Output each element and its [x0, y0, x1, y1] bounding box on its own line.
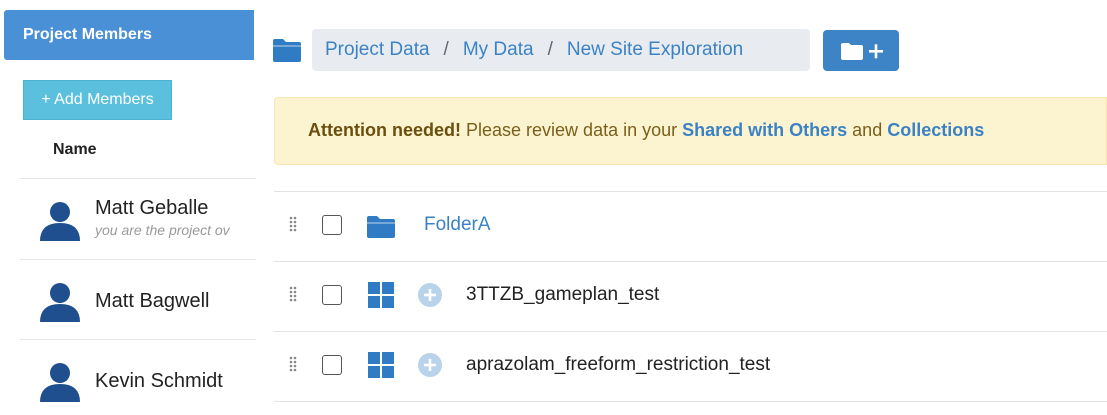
breadcrumb-item-new-site-exploration[interactable]: New Site Exploration — [567, 39, 743, 61]
member-row: Matt Geballe you are the project ov — [20, 178, 256, 258]
row-checkbox[interactable] — [322, 215, 342, 235]
member-row: Matt Bagwell — [20, 259, 256, 339]
member-row: Kevin Schmidt — [20, 339, 256, 415]
row-checkbox[interactable] — [322, 355, 342, 375]
alert-title: Attention needed! — [308, 120, 461, 140]
breadcrumb-separator: / — [547, 39, 553, 60]
user-avatar-icon — [40, 283, 80, 322]
shared-with-others-link[interactable]: Shared with Others — [682, 120, 847, 140]
attention-alert: Attention needed! Please review data in … — [274, 97, 1107, 165]
expand-plus-icon[interactable] — [418, 283, 442, 307]
member-name: Kevin Schmidt — [95, 370, 223, 392]
folder-icon — [367, 216, 395, 238]
breadcrumb-separator: / — [443, 39, 449, 60]
member-name: Matt Geballe — [95, 197, 209, 219]
row-checkbox[interactable] — [322, 285, 342, 305]
folder-plus-icon — [841, 42, 883, 60]
dataset-name[interactable]: aprazolam_freeform_restriction_test — [466, 354, 770, 376]
expand-plus-icon[interactable] — [418, 353, 442, 377]
breadcrumb-item-my-data[interactable]: My Data — [463, 39, 534, 61]
project-members-header: Project Members — [4, 10, 254, 60]
member-subtitle: you are the project ov — [95, 222, 230, 238]
folder-name-link[interactable]: FolderA — [424, 214, 491, 236]
project-members-panel: Project Members + Add Members Name Matt … — [0, 0, 256, 415]
drag-handle-icon[interactable] — [288, 355, 298, 375]
dataset-grid-icon — [368, 282, 394, 308]
new-folder-button[interactable] — [823, 30, 899, 71]
alert-text: Please review data in your — [461, 120, 683, 140]
collections-link[interactable]: Collections — [887, 120, 984, 140]
name-column-header: Name — [53, 141, 97, 158]
member-name: Matt Bagwell — [95, 290, 210, 312]
user-avatar-icon — [40, 202, 80, 241]
list-divider — [274, 401, 1107, 402]
drag-handle-icon[interactable] — [288, 285, 298, 305]
list-item[interactable]: FolderA — [274, 191, 1107, 261]
dataset-name[interactable]: 3TTZB_gameplan_test — [466, 284, 659, 306]
dataset-grid-icon — [368, 352, 394, 378]
list-item[interactable]: aprazolam_freeform_restriction_test — [274, 331, 1107, 401]
drag-handle-icon[interactable] — [288, 215, 298, 235]
list-item[interactable]: 3TTZB_gameplan_test — [274, 261, 1107, 331]
user-avatar-icon — [40, 363, 80, 402]
alert-and-text: and — [847, 120, 888, 140]
add-members-button[interactable]: + Add Members — [23, 80, 172, 120]
breadcrumb: Project Data / My Data / New Site Explor… — [312, 29, 810, 71]
breadcrumb-item-project-data[interactable]: Project Data — [325, 39, 430, 61]
folder-icon — [273, 39, 301, 62]
